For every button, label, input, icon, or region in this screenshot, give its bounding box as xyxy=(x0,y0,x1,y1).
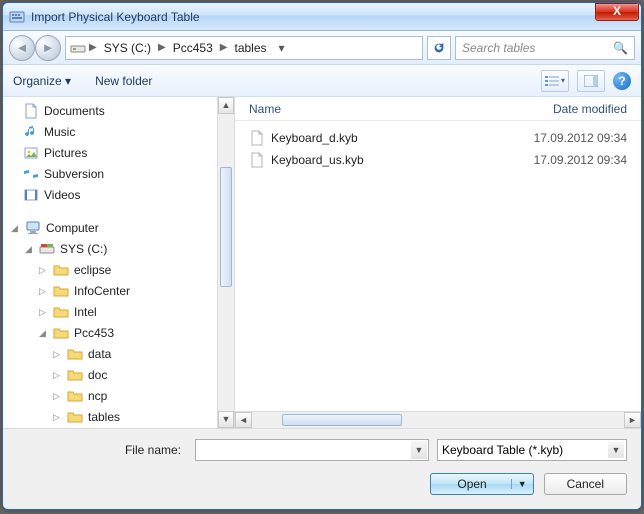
tree-scrollbar[interactable]: ▲ ▼ xyxy=(217,97,234,428)
tree-twisty-icon[interactable]: ▷ xyxy=(51,370,62,381)
tree-item-videos[interactable]: Videos xyxy=(9,185,234,205)
file-icon xyxy=(249,152,265,168)
folder-icon xyxy=(53,325,69,341)
chevron-down-icon[interactable]: ▼ xyxy=(608,442,624,458)
music-icon xyxy=(23,124,39,140)
breadcrumb-seg[interactable]: tables xyxy=(228,37,272,59)
col-date[interactable]: Date modified xyxy=(553,102,627,116)
file-date: 17.09.2012 09:34 xyxy=(534,131,627,145)
tree-item-folder[interactable]: ▷eclipse xyxy=(9,260,234,280)
tree-item-folder[interactable]: ▷Intel xyxy=(9,302,234,322)
view-list-icon xyxy=(545,75,559,87)
toolbar: Organize ▾ New folder ▾ ? xyxy=(3,65,641,97)
folder-icon xyxy=(67,367,83,383)
pictures-icon xyxy=(23,145,39,161)
nav-row: ◄ ► ▶ SYS (C:) ▶ Pcc453 ▶ tables ▾ Searc… xyxy=(3,31,641,65)
open-button[interactable]: Open ▼ xyxy=(430,473,533,495)
search-box[interactable]: Search tables 🔍 xyxy=(455,36,635,60)
drive-icon xyxy=(39,241,55,257)
app-icon xyxy=(9,9,25,25)
breadcrumb-bar[interactable]: ▶ SYS (C:) ▶ Pcc453 ▶ tables ▾ xyxy=(65,36,423,60)
file-name: Keyboard_d.kyb xyxy=(271,131,358,145)
preview-pane-button[interactable] xyxy=(577,70,605,92)
scroll-left-icon[interactable]: ◄ xyxy=(235,412,252,428)
column-headers[interactable]: Name Date modified xyxy=(235,97,641,121)
open-split-icon[interactable]: ▼ xyxy=(511,479,527,489)
folder-icon xyxy=(53,304,69,320)
titlebar[interactable]: Import Physical Keyboard Table X xyxy=(3,3,641,31)
tree-item-subversion[interactable]: Subversion xyxy=(9,164,234,184)
tree-item-pictures[interactable]: Pictures xyxy=(9,143,234,163)
folder-icon xyxy=(53,262,69,278)
file-hscrollbar[interactable]: ◄ ► xyxy=(235,411,641,428)
tree-twisty-icon[interactable]: ◢ xyxy=(9,223,20,234)
scroll-up-icon[interactable]: ▲ xyxy=(218,97,234,114)
tree-twisty-icon[interactable]: ▷ xyxy=(51,412,62,423)
videos-icon xyxy=(23,187,39,203)
filename-dropdown[interactable]: ▼ xyxy=(411,441,427,459)
cancel-button[interactable]: Cancel xyxy=(544,473,627,495)
drive-icon xyxy=(70,40,86,56)
file-row[interactable]: Keyboard_d.kyb 17.09.2012 09:34 xyxy=(249,127,627,149)
close-button[interactable]: X xyxy=(595,3,639,21)
view-mode-button[interactable]: ▾ xyxy=(541,70,569,92)
refresh-icon xyxy=(432,41,446,55)
scroll-thumb[interactable] xyxy=(220,167,232,287)
tree-twisty-icon[interactable]: ▷ xyxy=(37,286,48,297)
tree-item-music[interactable]: Music xyxy=(9,122,234,142)
tree-item-folder[interactable]: ◢Pcc453 xyxy=(9,323,234,343)
tree-item-drive[interactable]: ◢SYS (C:) xyxy=(9,239,234,259)
computer-icon xyxy=(25,220,41,236)
folder-icon xyxy=(67,346,83,362)
search-placeholder: Search tables xyxy=(462,41,535,55)
document-icon xyxy=(23,103,39,119)
tree-item-folder[interactable]: ▷data xyxy=(9,344,234,364)
folder-icon xyxy=(67,409,83,425)
tree-item-folder[interactable]: ▷InfoCenter xyxy=(9,281,234,301)
tree-item-folder[interactable]: ▷tables xyxy=(9,407,234,427)
new-folder-button[interactable]: New folder xyxy=(95,74,152,88)
file-row[interactable]: Keyboard_us.kyb 17.09.2012 09:34 xyxy=(249,149,627,171)
tree-twisty-icon[interactable]: ▷ xyxy=(51,391,62,402)
tree-item-computer[interactable]: ◢Computer xyxy=(9,218,234,238)
scroll-right-icon[interactable]: ► xyxy=(624,412,641,428)
file-name: Keyboard_us.kyb xyxy=(271,153,364,167)
organize-button[interactable]: Organize ▾ xyxy=(13,74,71,88)
refresh-button[interactable] xyxy=(427,36,451,60)
search-icon: 🔍 xyxy=(613,41,628,55)
forward-button[interactable]: ► xyxy=(35,35,61,61)
back-button[interactable]: ◄ xyxy=(9,35,35,61)
tree-item-documents[interactable]: Documents xyxy=(9,101,234,121)
file-pane: Name Date modified Keyboard_d.kyb 17.09.… xyxy=(235,97,641,428)
tree-twisty-icon[interactable]: ▷ xyxy=(51,349,62,360)
hscroll-thumb[interactable] xyxy=(282,414,402,426)
folder-icon xyxy=(67,388,83,404)
breadcrumb-dropdown[interactable]: ▾ xyxy=(273,41,291,55)
file-date: 17.09.2012 09:34 xyxy=(534,153,627,167)
preview-icon xyxy=(584,75,598,87)
folder-icon xyxy=(53,283,69,299)
filename-input[interactable] xyxy=(195,439,429,461)
breadcrumb-seg[interactable]: SYS (C:) xyxy=(98,37,157,59)
tree-twisty-icon[interactable]: ▷ xyxy=(37,265,48,276)
help-button[interactable]: ? xyxy=(613,72,631,90)
tree-twisty-icon[interactable]: ◢ xyxy=(37,328,48,339)
tree-twisty-icon[interactable]: ◢ xyxy=(23,244,34,255)
file-dialog: Import Physical Keyboard Table X ◄ ► ▶ S… xyxy=(2,2,642,510)
window-title: Import Physical Keyboard Table xyxy=(31,10,595,24)
footer: File name: ▼ Keyboard Table (*.kyb) ▼ Op… xyxy=(3,428,641,509)
scroll-down-icon[interactable]: ▼ xyxy=(218,411,234,428)
tree-item-folder[interactable]: ▷doc xyxy=(9,365,234,385)
nav-tree: Documents Music Pictures Subversion Vide… xyxy=(3,97,235,428)
subversion-icon xyxy=(23,166,39,182)
file-icon xyxy=(249,130,265,146)
tree-item-folder[interactable]: ▷ncp xyxy=(9,386,234,406)
col-name[interactable]: Name xyxy=(249,102,553,116)
filetype-filter[interactable]: Keyboard Table (*.kyb) ▼ xyxy=(437,439,627,461)
breadcrumb-seg[interactable]: Pcc453 xyxy=(167,37,219,59)
tree-twisty-icon[interactable]: ▷ xyxy=(37,307,48,318)
filename-label: File name: xyxy=(17,443,187,457)
